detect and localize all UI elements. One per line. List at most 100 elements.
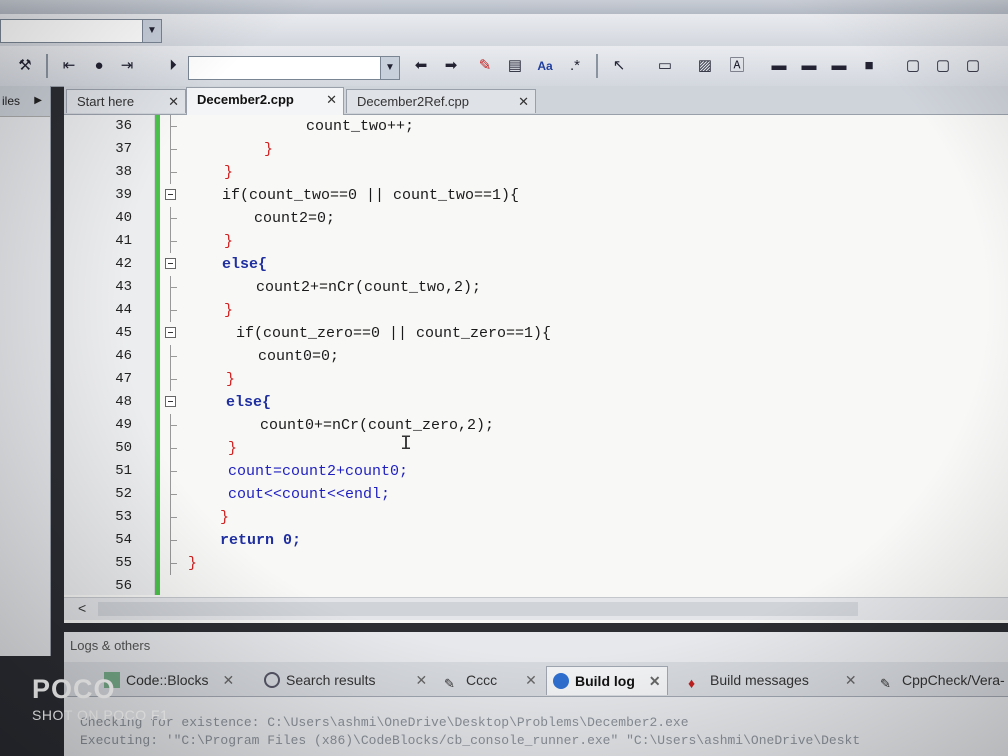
close-icon[interactable]: ✕ — [525, 672, 537, 688]
chevron-down-icon[interactable]: ▼ — [142, 20, 161, 42]
fold-line — [170, 552, 177, 575]
select-icon[interactable]: ↖ — [608, 55, 630, 77]
next-icon[interactable]: ➡ — [440, 55, 462, 77]
tab-start-here[interactable]: Start here ✕ — [66, 89, 186, 113]
bookmark-icon[interactable]: ● — [88, 55, 110, 77]
scroll-left-icon[interactable]: < — [78, 600, 86, 616]
block-1-icon[interactable]: ▬ — [768, 55, 790, 77]
fold-toggle[interactable] — [165, 327, 176, 338]
code-line: 51 count=count2+count0; — [64, 460, 1008, 483]
code-text: } — [264, 141, 274, 158]
code-line: 54 return 0; — [64, 529, 1008, 552]
code-text: count2+=nCr(count_two,2); — [256, 279, 482, 296]
jump-back-icon[interactable]: ⇤ — [58, 55, 80, 77]
fold-line — [170, 460, 177, 483]
watermark-caption: SHOT ON POCO F1 — [32, 707, 169, 723]
watermark-brand: POCO — [32, 674, 116, 704]
tab-cccc[interactable]: ✎ Cccc ✕ — [444, 666, 537, 694]
fold-toggle[interactable] — [165, 189, 176, 200]
fold-line — [170, 506, 177, 529]
fold-toggle[interactable] — [165, 258, 176, 269]
close-icon[interactable]: ✕ — [326, 88, 337, 112]
line-number: 54 — [115, 532, 132, 548]
tab-december2ref-cpp[interactable]: December2Ref.cpp ✕ — [346, 89, 536, 113]
tab-build-messages[interactable]: ♦ Build messages ✕ — [688, 666, 857, 694]
highlight-icon[interactable]: ✎ — [474, 55, 496, 77]
run-icon[interactable]: ⏵ — [162, 55, 184, 77]
code-line: 41 } — [64, 230, 1008, 253]
code-line: 49 count0+=nCr(count_zero,2); — [64, 414, 1008, 437]
code-line: 38 } — [64, 161, 1008, 184]
block-4-icon[interactable]: ■ — [858, 55, 880, 77]
code-line: 53 } — [64, 506, 1008, 529]
fold-line — [170, 230, 177, 253]
search-icon — [264, 672, 280, 688]
line-number: 52 — [115, 486, 132, 502]
code-line: 47 } — [64, 368, 1008, 391]
line-number: 39 — [115, 187, 132, 203]
image-icon[interactable]: ▨ — [694, 55, 716, 77]
tab-cppcheck-vera[interactable]: ✎ CppCheck/Vera- — [880, 666, 1005, 694]
close-icon[interactable]: ✕ — [649, 673, 661, 689]
code-editor[interactable]: 36 count_two++; 37 } 38 } 39 if(count_tw… — [64, 115, 1008, 623]
line-number: 44 — [115, 302, 132, 318]
line-number: 46 — [115, 348, 132, 364]
text-box-icon[interactable]: 🄰 — [726, 55, 748, 77]
search-input[interactable]: ▼ — [188, 56, 400, 80]
fold-line — [170, 529, 177, 552]
close-icon[interactable]: ✕ — [845, 672, 857, 688]
tab-build-log[interactable]: Build log ✕ — [546, 666, 668, 695]
build-target-select[interactable]: ▼ — [0, 19, 162, 43]
close-icon[interactable]: ✕ — [222, 672, 234, 688]
line-number: 55 — [115, 555, 132, 571]
wrench-icon[interactable]: ⚒ — [14, 55, 36, 77]
chevron-right-icon[interactable]: ▶ — [34, 86, 42, 116]
chevron-down-icon[interactable]: ▼ — [380, 57, 399, 79]
code-line: 42 else{ — [64, 253, 1008, 276]
frame-1-icon[interactable]: ▢ — [902, 55, 924, 77]
log-line: Executing: '"C:\Program Files (x86)\Code… — [80, 733, 861, 748]
frame-2-icon[interactable]: ▢ — [932, 55, 954, 77]
panel-tab[interactable]: iles ▶ — [0, 86, 50, 117]
line-number: 40 — [115, 210, 132, 226]
frame-3-icon[interactable]: ▢ — [962, 55, 984, 77]
code-text: count0=0; — [258, 348, 340, 365]
tab-december2-cpp[interactable]: December2.cpp ✕ — [186, 87, 344, 115]
rectangle-icon[interactable]: ▭ — [654, 55, 676, 77]
block-2-icon[interactable]: ▬ — [798, 55, 820, 77]
code-text: if(count_zero==0 || count_zero==1){ — [236, 325, 552, 342]
code-text: } — [224, 302, 234, 319]
fold-toggle[interactable] — [165, 396, 176, 407]
code-line: 37 } — [64, 138, 1008, 161]
format-icon[interactable]: ▤ — [504, 55, 526, 77]
code-line: 43 count2+=nCr(count_two,2); — [64, 276, 1008, 299]
line-number: 37 — [115, 141, 132, 157]
close-icon[interactable]: ✕ — [168, 90, 179, 114]
fold-line — [170, 138, 177, 161]
block-3-icon[interactable]: ▬ — [828, 55, 850, 77]
prev-icon[interactable]: ⬅ — [410, 55, 432, 77]
build-messages-icon: ♦ — [688, 675, 696, 691]
jump-forward-icon[interactable]: ⇥ — [116, 55, 138, 77]
scroll-thumb[interactable] — [98, 602, 858, 616]
regex-icon[interactable]: .* — [564, 55, 586, 77]
match-case-icon[interactable]: Aa — [534, 55, 556, 77]
code-text: } — [226, 371, 236, 388]
line-number: 41 — [115, 233, 132, 249]
code-text: } — [224, 233, 234, 250]
horizontal-scrollbar[interactable]: < — [64, 597, 1008, 620]
fold-line — [170, 483, 177, 506]
close-icon[interactable]: ✕ — [518, 90, 529, 114]
code-line: 52 cout<<count<<endl; — [64, 483, 1008, 506]
pencil-icon: ✎ — [880, 676, 891, 691]
close-icon[interactable]: ✕ — [415, 672, 427, 688]
line-number: 53 — [115, 509, 132, 525]
tab-search-results[interactable]: Search results ✕ — [264, 666, 427, 694]
toolbar-separator — [46, 54, 48, 78]
code-line: 55 } — [64, 552, 1008, 575]
fold-line — [170, 299, 177, 322]
code-text: return 0; — [220, 532, 302, 549]
line-number: 49 — [115, 417, 132, 433]
code-text: } — [224, 164, 234, 181]
tab-label: December2Ref.cpp — [357, 94, 469, 109]
